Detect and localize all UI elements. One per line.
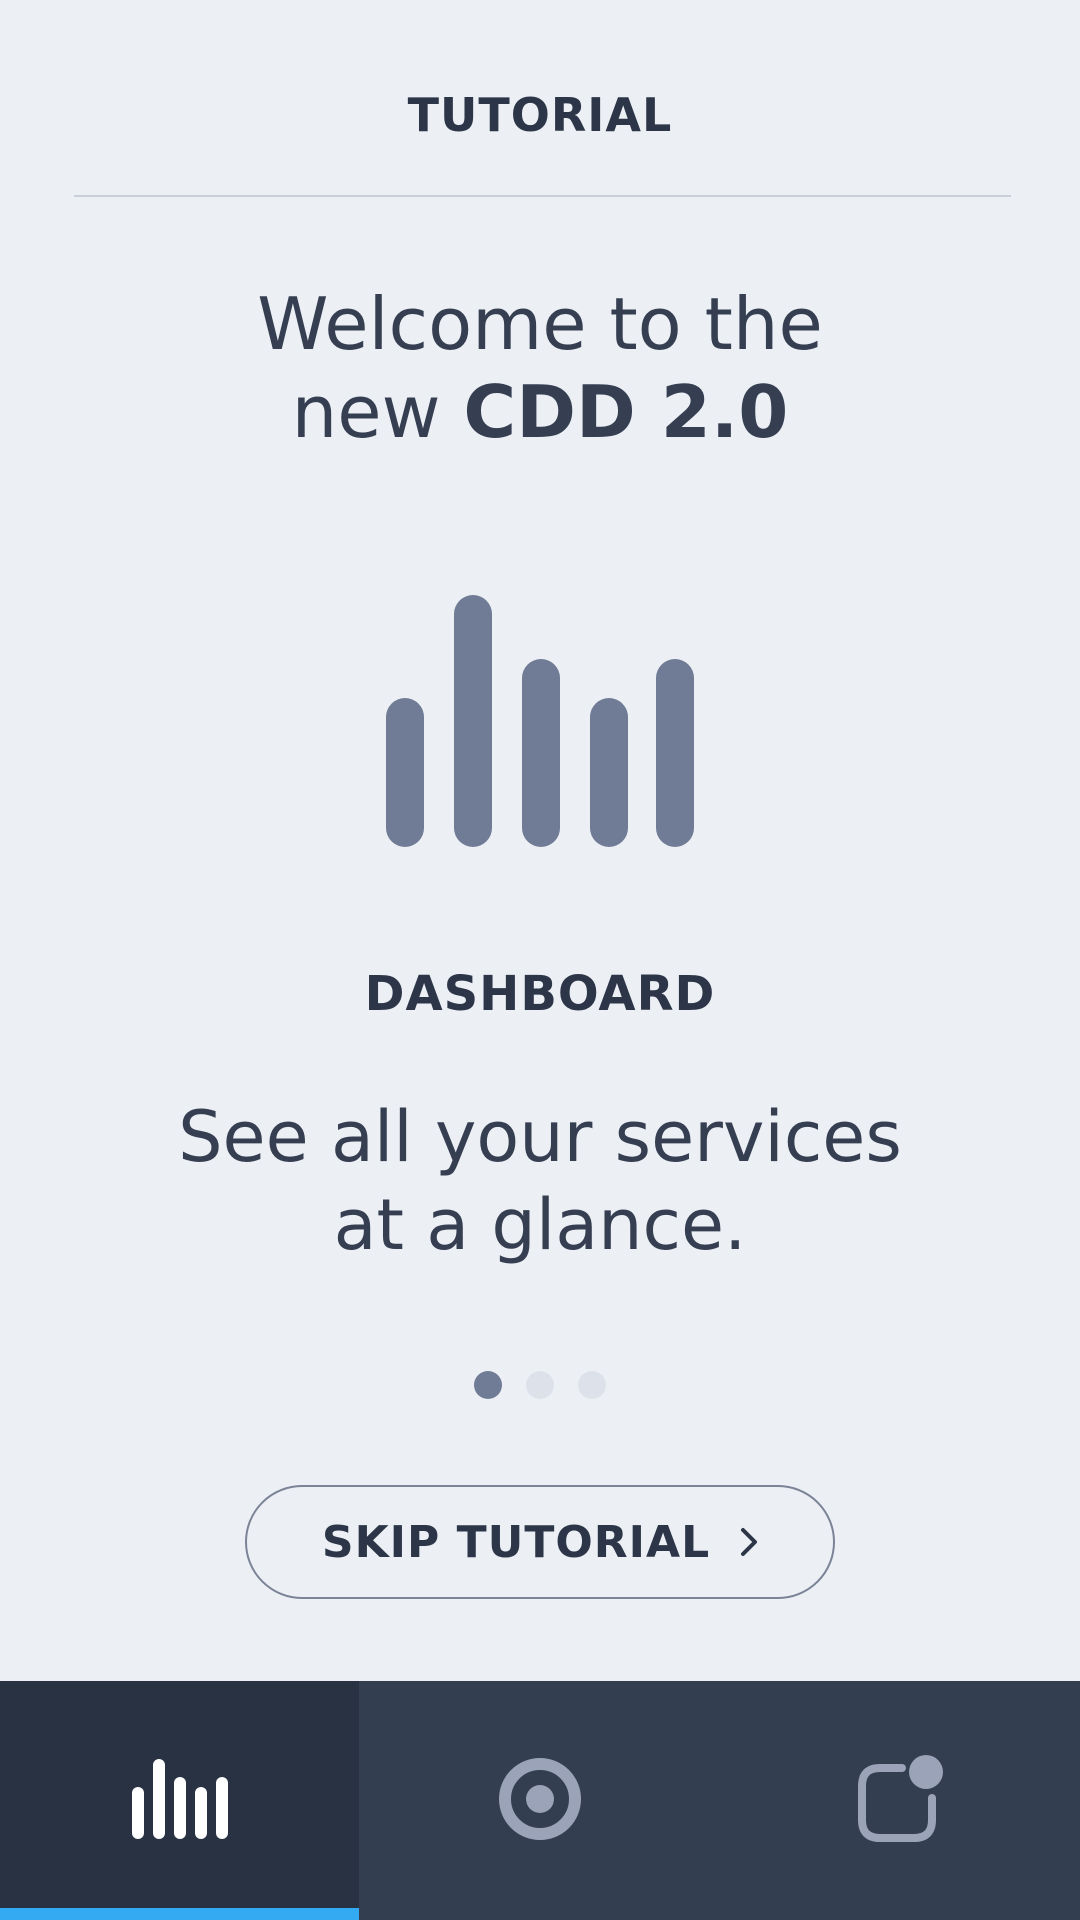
- pagination-dot-1[interactable]: [474, 1371, 502, 1399]
- product-name: CDD 2.0: [463, 370, 789, 454]
- pagination-dot-3[interactable]: [578, 1371, 606, 1399]
- welcome-line-1: Welcome to the: [257, 282, 823, 366]
- bar-chart-icon: [386, 595, 696, 851]
- dashboard-bars-icon: [131, 1758, 228, 1843]
- slide-description-line-1: See all your services: [178, 1096, 902, 1178]
- nav-tab-target[interactable]: [359, 1681, 721, 1920]
- welcome-line-2: new CDD 2.0: [0, 368, 1080, 456]
- skip-tutorial-button[interactable]: SKIP TUTORIAL: [245, 1485, 835, 1599]
- page-title: TUTORIAL: [407, 88, 673, 142]
- pagination-dots: [0, 1371, 1080, 1399]
- nav-tab-notifications[interactable]: [721, 1681, 1080, 1920]
- slide-title: DASHBOARD: [364, 966, 716, 1022]
- slide-description: See all your services at a glance.: [0, 1093, 1080, 1269]
- target-circle-icon: [498, 1757, 582, 1845]
- nav-tab-dashboard[interactable]: [0, 1681, 359, 1920]
- bottom-navigation: [0, 1681, 1080, 1920]
- welcome-line-2-prefix: new: [291, 370, 464, 454]
- header-divider: [74, 195, 1011, 197]
- welcome-heading: Welcome to the new CDD 2.0: [0, 280, 1080, 456]
- skip-tutorial-label: SKIP TUTORIAL: [321, 1516, 711, 1568]
- notification-square-icon: [856, 1754, 946, 1848]
- pagination-dot-2[interactable]: [526, 1371, 554, 1399]
- chevron-right-icon: [740, 1527, 758, 1557]
- slide-description-line-2: at a glance.: [333, 1184, 747, 1266]
